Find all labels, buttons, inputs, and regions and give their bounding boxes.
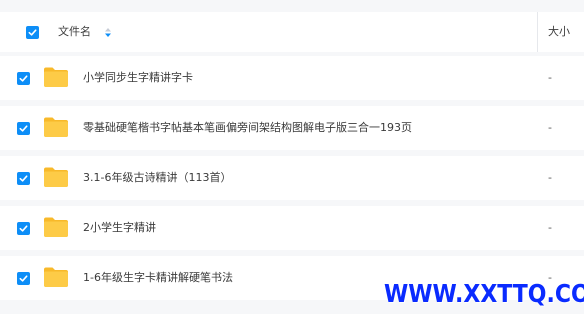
file-size: - — [548, 171, 552, 184]
column-header-size[interactable]: 大小 — [548, 23, 570, 41]
file-name[interactable]: 小学同步生字精讲字卡 — [83, 69, 193, 87]
column-header-name[interactable]: 文件名 — [58, 23, 91, 41]
folder-icon — [44, 167, 68, 187]
folder-icon — [44, 67, 68, 87]
row-checkbox[interactable] — [17, 272, 30, 285]
checkmark-icon — [19, 175, 28, 182]
file-row[interactable]: 3.1-6年级古诗精讲（113首） - — [0, 156, 584, 200]
row-checkbox[interactable] — [17, 122, 30, 135]
folder-icon — [44, 267, 68, 287]
file-size: - — [548, 221, 552, 234]
file-size: - — [548, 121, 552, 134]
folder-icon — [44, 117, 68, 137]
file-name[interactable]: 2小学生字精讲 — [83, 219, 156, 237]
file-list-header: 文件名 大小 — [0, 12, 584, 52]
checkmark-icon — [19, 275, 28, 282]
file-row[interactable]: 2小学生字精讲 - — [0, 206, 584, 250]
checkmark-icon — [19, 225, 28, 232]
file-row[interactable]: 小学同步生字精讲字卡 - — [0, 56, 584, 100]
file-list: 文件名 大小 小学同步生字精讲字卡 - 零基础硬笔楷书字帖基本笔画偏旁间架结构图… — [0, 0, 584, 314]
folder-icon — [44, 217, 68, 237]
column-divider[interactable] — [537, 12, 538, 52]
row-checkbox[interactable] — [17, 172, 30, 185]
watermark-text: WWW.XXTTQ.COM — [384, 279, 584, 308]
checkmark-icon — [19, 125, 28, 132]
row-checkbox[interactable] — [17, 222, 30, 235]
checkmark-icon — [28, 29, 37, 36]
file-name[interactable]: 1-6年级生字卡精讲解硬笔书法 — [83, 269, 233, 287]
file-name[interactable]: 零基础硬笔楷书字帖基本笔画偏旁间架结构图解电子版三合一193页 — [83, 119, 412, 137]
sort-icon[interactable] — [104, 27, 112, 38]
select-all-checkbox[interactable] — [26, 26, 39, 39]
checkmark-icon — [19, 75, 28, 82]
row-checkbox[interactable] — [17, 72, 30, 85]
file-name[interactable]: 3.1-6年级古诗精讲（113首） — [83, 169, 231, 187]
file-row[interactable]: 零基础硬笔楷书字帖基本笔画偏旁间架结构图解电子版三合一193页 - — [0, 106, 584, 150]
file-size: - — [548, 71, 552, 84]
